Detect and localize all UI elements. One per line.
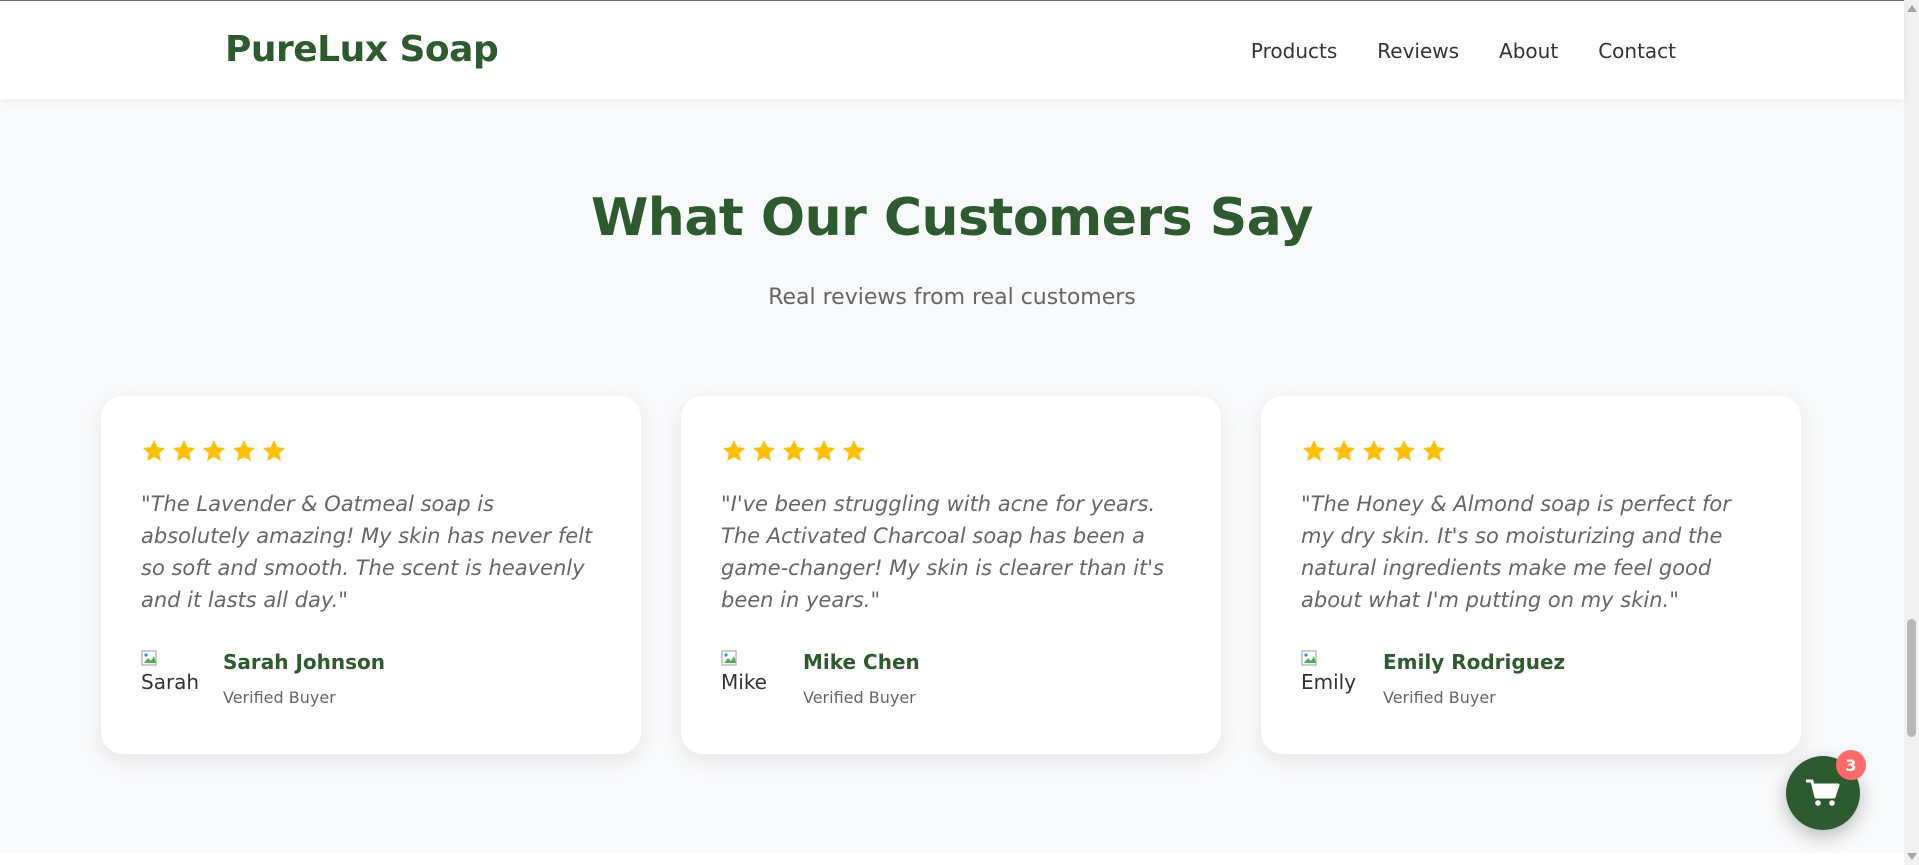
broken-image-icon <box>1301 650 1317 666</box>
avatar: Sarah <box>141 650 201 710</box>
star-icon <box>1362 439 1386 461</box>
reviews-grid: "The Lavender & Oatmeal soap is absolute… <box>101 396 1801 754</box>
scroll-up-arrow-icon[interactable] <box>1907 5 1917 12</box>
cart-icon <box>1806 779 1840 806</box>
star-icon <box>1302 439 1326 461</box>
star-icon <box>782 439 806 461</box>
scrollbar-thumb[interactable] <box>1907 619 1916 737</box>
review-card: "I've been struggling with acne for year… <box>681 396 1221 754</box>
review-quote: "The Lavender & Oatmeal soap is absolute… <box>141 492 593 612</box>
review-author: Emily Emily Rodriguez Verified Buyer <box>1301 650 1565 710</box>
star-icon <box>1392 439 1416 461</box>
star-rating <box>1301 438 1447 464</box>
main-nav: Products Reviews About Contact <box>1251 39 1676 63</box>
star-rating <box>721 438 867 464</box>
author-role: Verified Buyer <box>803 688 916 707</box>
review-quote: "I've been struggling with acne for year… <box>721 492 1164 612</box>
nav-link-about[interactable]: About <box>1499 39 1558 63</box>
author-info: Emily Rodriguez Verified Buyer <box>1383 650 1565 710</box>
vertical-scrollbar[interactable] <box>1904 0 1919 865</box>
avatar-alt-text: Sarah <box>141 670 200 694</box>
author-name: Sarah Johnson <box>223 650 386 674</box>
avatar: Emily <box>1301 650 1361 710</box>
star-icon <box>142 439 166 461</box>
avatar-alt-text: Mike <box>721 670 767 694</box>
author-name: Emily Rodriguez <box>1383 650 1566 674</box>
star-icon <box>172 439 196 461</box>
star-icon <box>722 439 746 461</box>
author-role: Verified Buyer <box>223 688 336 707</box>
broken-image-icon <box>721 650 737 666</box>
review-author: Mike Mike Chen Verified Buyer <box>721 650 920 710</box>
avatar-alt-text: Emily <box>1301 670 1357 694</box>
avatar: Mike <box>721 650 781 710</box>
star-icon <box>842 439 866 461</box>
star-icon <box>752 439 776 461</box>
section-title: What Our Customers Say <box>590 188 1314 248</box>
author-info: Mike Chen Verified Buyer <box>803 650 920 710</box>
author-role: Verified Buyer <box>1383 688 1496 707</box>
review-quote: "The Honey & Almond soap is perfect for … <box>1301 492 1731 612</box>
broken-image-icon <box>141 650 157 666</box>
author-info: Sarah Johnson Verified Buyer <box>223 650 385 710</box>
scroll-down-arrow-icon[interactable] <box>1907 853 1917 860</box>
star-icon <box>202 439 226 461</box>
star-icon <box>1332 439 1356 461</box>
section-subtitle: Real reviews from real customers <box>768 285 1136 310</box>
star-icon <box>1422 439 1446 461</box>
cart-count-badge: 3 <box>1836 750 1866 780</box>
author-name: Mike Chen <box>803 650 920 674</box>
next-section-edge <box>0 853 1904 865</box>
star-icon <box>812 439 836 461</box>
brand-logo[interactable]: PureLux Soap <box>225 29 499 70</box>
nav-link-products[interactable]: Products <box>1251 39 1337 63</box>
nav-link-reviews[interactable]: Reviews <box>1377 39 1459 63</box>
review-card: "The Honey & Almond soap is perfect for … <box>1261 396 1801 754</box>
star-rating <box>141 438 287 464</box>
review-card: "The Lavender & Oatmeal soap is absolute… <box>101 396 641 754</box>
star-icon <box>232 439 256 461</box>
review-author: Sarah Sarah Johnson Verified Buyer <box>141 650 385 710</box>
nav-link-contact[interactable]: Contact <box>1598 39 1676 63</box>
star-icon <box>262 439 286 461</box>
site-header: PureLux Soap Products Reviews About Cont… <box>0 1 1904 99</box>
